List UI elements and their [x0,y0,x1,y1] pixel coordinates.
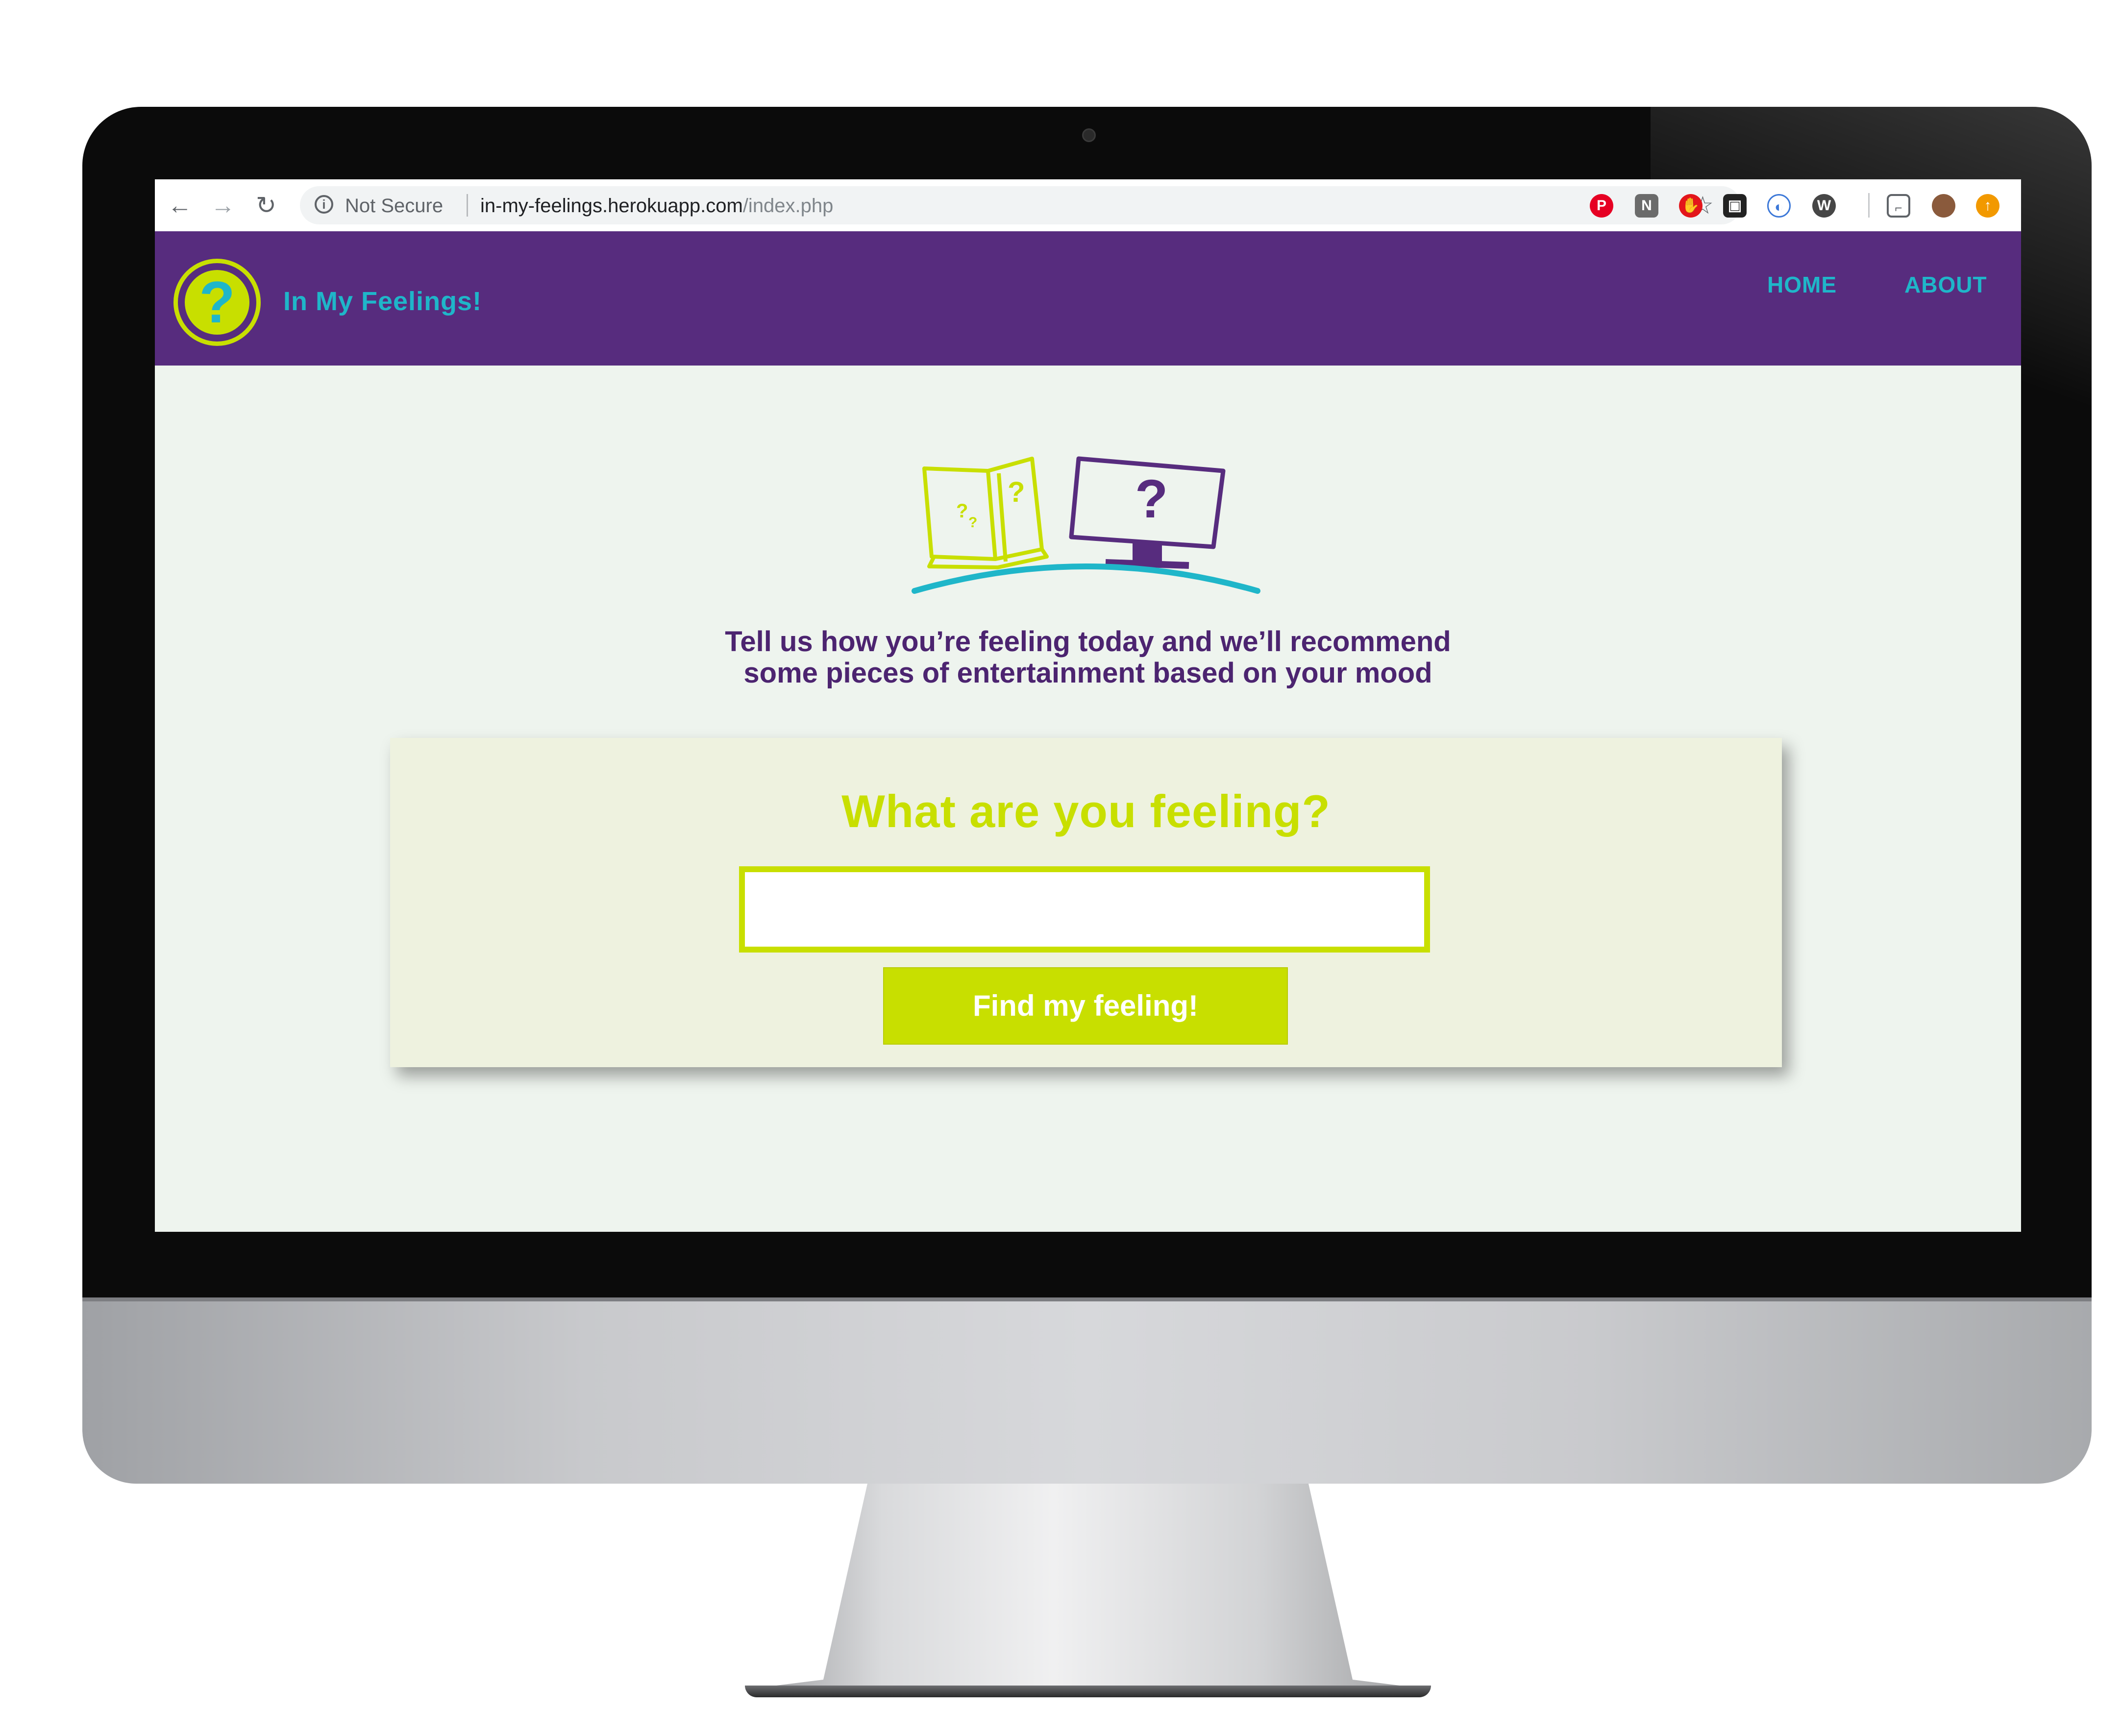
book-question-3: ? [1008,476,1025,508]
tagline: Tell us how you’re feeling today and we’… [645,626,1531,689]
security-label[interactable]: Not Secure [345,195,443,217]
brand-name[interactable]: In My Feelings! [283,286,482,317]
nav-home-link[interactable]: HOME [1767,271,1837,298]
stand-base [745,1686,1431,1697]
camera [1082,128,1096,142]
teal-arc [912,563,1260,594]
arrow-right-icon[interactable]: → [209,191,237,220]
info-icon[interactable]: i [315,195,333,214]
notion-icon[interactable]: N [1635,194,1658,218]
chin-edge [82,1297,2092,1301]
arrow-left-icon[interactable]: ← [166,191,194,220]
reload-icon[interactable]: ↻ [252,191,280,220]
book-question-2: ? [968,514,977,531]
book-question-1: ? [956,500,968,522]
logo[interactable]: ? [173,259,261,346]
screenshot-icon[interactable]: ▣ [1723,194,1747,218]
pinterest-icon[interactable]: P [1590,194,1613,218]
find-feeling-button[interactable]: Find my feeling! [883,967,1288,1045]
address-divider [467,194,468,217]
tagline-line-1: Tell us how you’re feeling today and we’… [725,626,1451,658]
monitor-neck [1133,542,1162,562]
hero-illustration: ? ? ? ? [912,456,1260,594]
adblock-icon[interactable]: ✋ [1679,194,1703,218]
cast-icon[interactable]: ⌐ [1887,194,1910,218]
url-text[interactable]: in-my-feelings.herokuapp.com/index.php [480,195,833,217]
site-header: ? In My Feelings! HOME ABOUT [155,231,2021,366]
question-mark-icon: ? [185,270,249,335]
url-path: /index.php [742,195,834,217]
monitor-chin [82,1297,2092,1484]
feeling-form-card: What are you feeling? Find my feeling! [390,738,1782,1067]
browser-toolbar: ← → ↻ i Not Secure in-my-feelings.heroku… [155,179,2021,232]
open-book-icon [922,457,1049,569]
monitor-stand [745,1484,1431,1689]
update-icon[interactable]: ↑ [1976,194,1999,218]
profile-avatar-icon[interactable] [1932,194,1955,218]
extension-divider [1868,193,1870,218]
compass-icon[interactable]: ◐ [1767,194,1791,218]
url-host: in-my-feelings.herokuapp.com [480,195,743,217]
wordpress-icon[interactable]: W [1812,194,1836,218]
nav-about-link[interactable]: ABOUT [1904,271,1987,298]
form-title: What are you feeling? [841,785,1331,837]
monitor-question: ? [1135,469,1168,529]
feeling-input[interactable] [739,866,1430,953]
tagline-line-2: some pieces of entertainment based on yo… [743,657,1432,689]
screen: ← → ↻ i Not Secure in-my-feelings.heroku… [155,179,2021,1232]
address-bar[interactable]: i Not Secure in-my-feelings.herokuapp.co… [300,186,1741,224]
